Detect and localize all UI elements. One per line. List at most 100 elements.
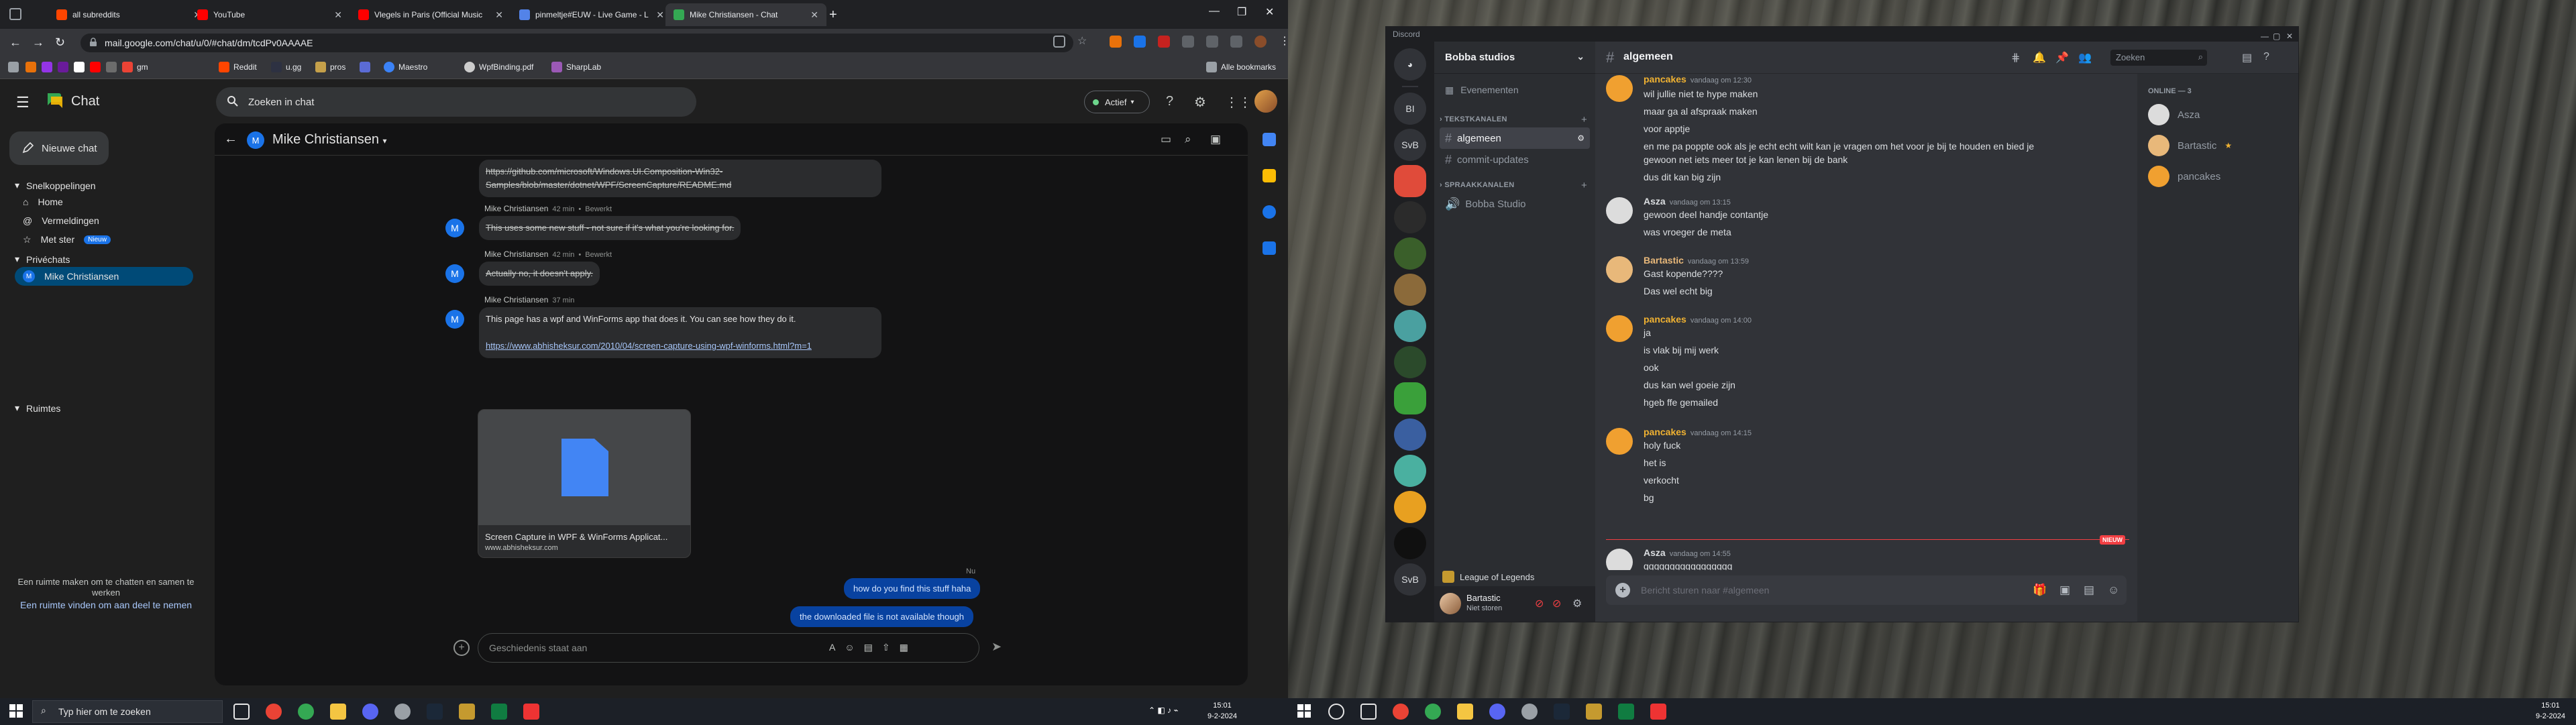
tab-music-video[interactable]: Vlegels in Paris (Official Music ✕ [350, 3, 511, 26]
emoji-icon[interactable]: ☺ [2108, 583, 2119, 597]
windows-start-icon[interactable] [9, 704, 23, 718]
deafen-icon[interactable]: ⊘ [1552, 597, 1561, 610]
server-icon[interactable]: BI [1394, 93, 1426, 125]
discord-taskbar-icon[interactable] [362, 704, 378, 720]
server-icon[interactable]: SvB [1394, 563, 1426, 596]
bookmark-sharplab[interactable]: SharpLab [551, 62, 601, 72]
server-icon[interactable] [1394, 165, 1426, 197]
bookmark-icon[interactable] [74, 62, 85, 72]
upload-icon[interactable]: ⇧ [882, 642, 890, 653]
back-icon[interactable]: ← [9, 36, 21, 50]
taskbar-clock[interactable]: 15:01 9-2-2024 [2536, 700, 2565, 722]
avatar[interactable] [1606, 428, 1633, 455]
server-icon[interactable] [1394, 237, 1426, 270]
server-icon[interactable] [1394, 310, 1426, 342]
member-item[interactable]: Asza [2143, 101, 2293, 129]
download-icon[interactable] [1206, 36, 1218, 48]
bookmark-icon[interactable] [106, 62, 117, 72]
extension-icon[interactable] [1110, 36, 1122, 48]
new-chat-button[interactable]: Nieuwe chat [9, 131, 109, 165]
server-icon[interactable] [1394, 455, 1426, 487]
inbox-icon[interactable]: ▤ [2242, 51, 2252, 64]
keep-icon[interactable] [1263, 169, 1276, 182]
back-arrow-icon[interactable]: ← [224, 131, 237, 147]
channel-algemeen[interactable]: # algemeen ⚙ [1440, 127, 1590, 149]
avatar[interactable] [1606, 315, 1633, 342]
send-icon[interactable]: ➤ [991, 640, 1002, 654]
league-taskbar-icon[interactable] [459, 704, 475, 720]
gift-icon[interactable]: 🎁 [2033, 583, 2047, 597]
category-voice-channels[interactable]: › SPRAAKKANALEN + [1440, 180, 1590, 191]
file-explorer-icon[interactable] [1457, 704, 1473, 720]
sidebar-item-mentions[interactable]: @ Vermeldingen [15, 211, 193, 230]
close-tab-icon[interactable]: ✕ [810, 9, 818, 21]
sidepanel-icon[interactable] [1230, 36, 1242, 48]
spaces-section[interactable]: ▾ Ruimtes [15, 402, 60, 414]
server-icon[interactable] [1394, 419, 1426, 451]
avatar[interactable] [1606, 197, 1633, 224]
find-space-link[interactable]: Een ruimte vinden om aan deel te nemen [5, 600, 207, 610]
bookmark-icon[interactable] [42, 62, 52, 72]
task-view-icon[interactable] [1360, 704, 1377, 720]
member-item[interactable]: Bartastic ★ [2143, 131, 2293, 160]
chrome-profile-taskbar-icon[interactable] [298, 704, 314, 720]
search-icon[interactable] [1328, 704, 1344, 720]
notification-bell-icon[interactable]: 🔔 [2033, 51, 2046, 64]
app-taskbar-icon[interactable] [1650, 704, 1666, 720]
account-avatar[interactable] [1254, 90, 1277, 113]
close-window-icon[interactable]: ✕ [1265, 5, 1274, 19]
format-text-icon[interactable]: A [829, 642, 835, 653]
reload-icon[interactable]: ↻ [55, 36, 65, 50]
main-menu-icon[interactable]: ☰ [16, 94, 30, 111]
add-channel-icon[interactable]: + [1581, 114, 1587, 125]
voice-channel-bobba-studio[interactable]: 🔊 Bobba Studio [1440, 193, 1590, 215]
steam-taskbar-icon[interactable] [1554, 704, 1570, 720]
forward-icon[interactable]: → [32, 36, 44, 50]
star-icon[interactable]: ☆ [1077, 36, 1089, 48]
bookmark-unnamed[interactable] [360, 62, 370, 72]
maximize-icon[interactable]: ❐ [1237, 5, 1246, 19]
bookmark-reddit[interactable]: Reddit [219, 62, 257, 72]
excel-taskbar-icon[interactable] [1618, 704, 1634, 720]
side-panel-icon[interactable]: ▣ [1210, 133, 1221, 146]
gif-icon[interactable]: ▣ [2059, 583, 2070, 597]
puzzle-icon[interactable] [1182, 36, 1194, 48]
channel-commit-updates[interactable]: # commit-updates [1440, 149, 1590, 170]
bookmark-pros[interactable]: pros [315, 62, 345, 72]
conversation-title[interactable]: Mike Christiansen ▾ [272, 132, 387, 148]
tab-search-icon[interactable] [9, 8, 21, 20]
emoji-icon[interactable]: ☺ [845, 642, 854, 653]
bookmark-icon[interactable] [90, 62, 101, 72]
category-text-channels[interactable]: › TEKSTKANALEN + [1440, 114, 1590, 125]
chrome-profile-taskbar-icon[interactable] [1425, 704, 1441, 720]
server-icon[interactable] [1394, 201, 1426, 233]
new-tab-icon[interactable]: + [829, 7, 837, 23]
avatar[interactable] [1606, 75, 1633, 102]
events-item[interactable]: ▦ Evenementen [1440, 79, 1590, 101]
apps-grid-icon[interactable]: ⋮⋮ [1225, 94, 1252, 111]
league-taskbar-icon[interactable] [1586, 704, 1602, 720]
user-avatar[interactable] [1440, 593, 1461, 614]
tasks-icon[interactable] [1263, 205, 1276, 219]
server-icon-bobba-studios[interactable] [1394, 382, 1426, 414]
chat-search-input[interactable]: Zoeken in chat [216, 87, 696, 117]
message-link[interactable]: https://www.abhisheksur.com/2010/04/scre… [486, 341, 812, 351]
bookmark-icon[interactable] [58, 62, 68, 72]
sidebar-item-starred[interactable]: ☆ Met ster Nieuw [15, 230, 193, 249]
address-bar[interactable]: mail.google.com/chat/u/0/#chat/dm/tcdPv0… [80, 34, 1073, 52]
taskbar-clock[interactable]: 15:01 9-2-2024 [1208, 700, 1237, 722]
help-icon[interactable]: ? [1166, 94, 1173, 109]
discord-taskbar-icon[interactable] [1489, 704, 1505, 720]
more-options-icon[interactable]: ▦ [900, 642, 908, 653]
task-view-icon[interactable] [233, 704, 250, 720]
invite-icon[interactable]: ⚙ [1577, 133, 1585, 143]
profile-icon[interactable] [1254, 36, 1267, 48]
server-icon[interactable] [1394, 527, 1426, 559]
close-tab-icon[interactable]: ✕ [656, 9, 664, 21]
discord-home-icon[interactable]: ◕ [1394, 48, 1426, 80]
tab-youtube[interactable]: YouTube ✕ [189, 3, 350, 26]
gif-icon[interactable]: ▤ [864, 642, 873, 653]
server-name-header[interactable]: Bobba studios ⌄ [1434, 42, 1595, 74]
message-input[interactable]: + Bericht sturen naar #algemeen 🎁 ▣ ▤ ☺ [1606, 575, 2127, 605]
excel-taskbar-icon[interactable] [491, 704, 507, 720]
